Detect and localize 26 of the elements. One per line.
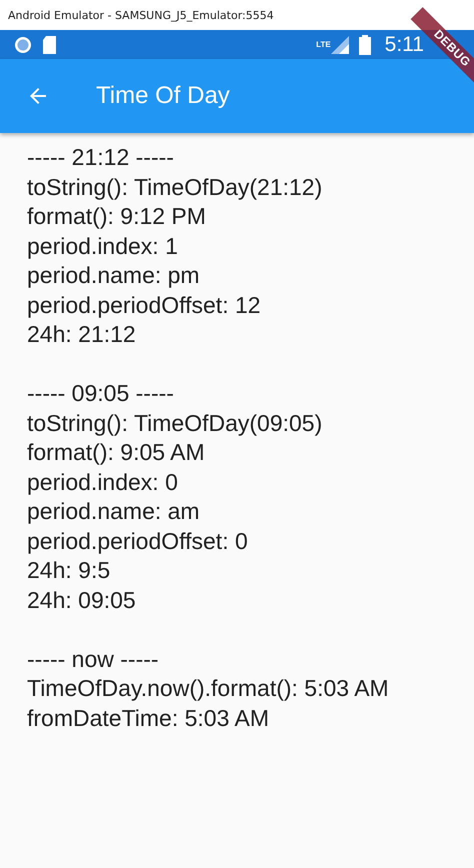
battery-icon bbox=[358, 34, 371, 54]
output-line: ----- now ----- bbox=[27, 644, 160, 674]
output-line: TimeOfDay.now().format(): 5:03 AM bbox=[27, 674, 390, 703]
app-bar-title: Time Of Day bbox=[96, 82, 230, 110]
signal-icon bbox=[330, 36, 349, 54]
network-type: LTE bbox=[316, 40, 331, 49]
output-line: fromDateTime: 5:03 AM bbox=[27, 704, 270, 732]
output-line: period.index: 1 bbox=[27, 232, 179, 261]
output-line: toString(): TimeOfDay(21:12) bbox=[27, 172, 324, 202]
output-line: format(): 9:05 AM bbox=[27, 438, 206, 467]
output-line: 24h: 09:05 bbox=[27, 586, 137, 614]
output-line: format(): 9:12 PM bbox=[27, 202, 207, 231]
output-line: period.name: am bbox=[27, 497, 201, 526]
output-line: period.periodOffset: 12 bbox=[27, 290, 262, 320]
status-time: 5:11 bbox=[384, 32, 424, 56]
output-line: 24h: 21:12 bbox=[27, 320, 137, 349]
output-line: 24h: 9:5 bbox=[27, 556, 112, 585]
output-line: ----- 09:05 ----- bbox=[27, 379, 175, 408]
window-title: Android Emulator - SAMSUNG_J5_Emulator:5554 bbox=[8, 8, 274, 22]
output-line: period.name: pm bbox=[27, 261, 201, 290]
output-line: toString(): TimeOfDay(09:05) bbox=[27, 408, 324, 438]
sd-card-icon bbox=[42, 36, 57, 54]
output-line: period.index: 0 bbox=[27, 468, 179, 497]
output-line: period.periodOffset: 0 bbox=[27, 526, 249, 556]
circle-notification-icon bbox=[14, 36, 32, 54]
output-line: ----- 21:12 ----- bbox=[27, 143, 175, 172]
